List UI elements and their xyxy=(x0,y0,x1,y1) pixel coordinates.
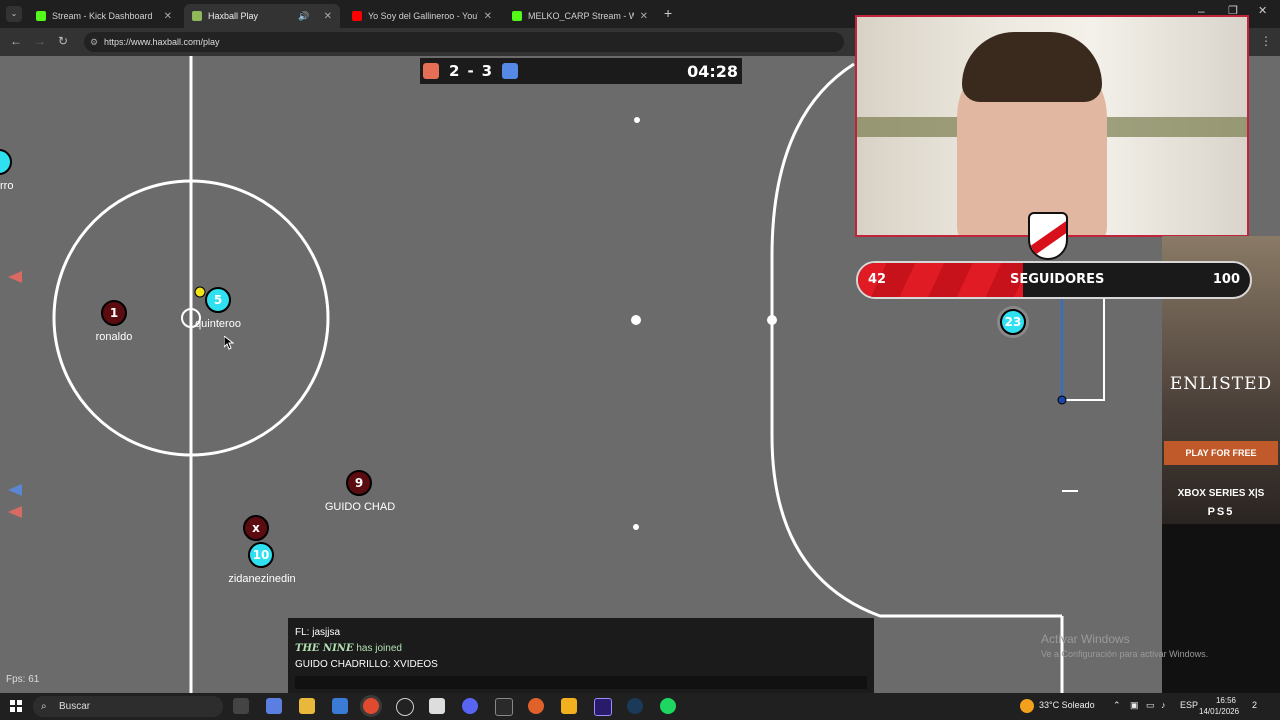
site-info-icon[interactable]: ⚙ xyxy=(90,32,98,52)
tray-app-icon[interactable]: ▣ xyxy=(1130,700,1139,711)
field-marker-dot xyxy=(634,117,640,123)
followers-current: 42 xyxy=(868,272,887,287)
chat-input[interactable] xyxy=(295,676,867,689)
notifications-icon[interactable]: 2 xyxy=(1252,700,1257,710)
tab-kick-dashboard[interactable]: Stream - Kick Dashboard ✕ xyxy=(28,4,180,28)
copilot-icon[interactable] xyxy=(266,698,282,714)
close-window-button[interactable]: ✕ xyxy=(1258,4,1267,17)
player-name: rro xyxy=(0,180,14,192)
chevron-up-icon[interactable]: ⌃ xyxy=(1113,700,1121,711)
new-tab-button[interactable]: + xyxy=(664,5,672,21)
club-crest-icon xyxy=(1028,212,1068,260)
player-red-9: 9 xyxy=(346,470,372,496)
reload-icon[interactable]: ↻ xyxy=(58,34,68,48)
player-name: ronaldo xyxy=(95,331,133,343)
offscreen-blue-arrow xyxy=(8,484,22,496)
player-blue-10: 10 xyxy=(248,542,274,568)
score-separator: - xyxy=(467,62,474,80)
offscreen-red-arrow xyxy=(8,271,22,283)
search-icon: ⌕ xyxy=(41,701,47,712)
ball xyxy=(194,286,206,298)
premiere-icon[interactable] xyxy=(594,698,612,716)
webcam-overlay xyxy=(855,15,1249,237)
tab-youtube[interactable]: Yo Soy del Gallineroo - YouTub ✕ xyxy=(344,4,500,28)
ad-title: ENLISTED xyxy=(1169,374,1273,394)
scoreboard: 2 - 3 04:28 xyxy=(420,58,742,84)
date: 14/01/2026 xyxy=(1199,707,1240,716)
player-blue-23: 23 xyxy=(1000,309,1026,335)
windows-activation-watermark: Activar Windows Ve a Configuración para … xyxy=(1041,632,1209,659)
chat-message: GUIDO CHADRILLO: XVIDEOS xyxy=(295,659,438,670)
fps-counter: Fps: 61 xyxy=(6,674,40,685)
ps5-label: PS5 xyxy=(1207,506,1235,518)
chat-panel: FL: jasjjsa THE NINE has joined GUIDO CH… xyxy=(288,618,874,693)
windows-taskbar: ⌕ Buscar 33°C Soleado ⌃ ▣ ▭ ♪ ESP 16:56 … xyxy=(0,693,1280,720)
offscreen-red-arrow xyxy=(8,506,22,518)
back-icon[interactable]: ← xyxy=(10,34,22,48)
dark-panel xyxy=(1162,524,1280,694)
haxball-icon xyxy=(192,11,202,21)
kick-icon xyxy=(36,11,46,21)
network-icon[interactable]: ▭ xyxy=(1146,700,1155,711)
player-blue-5: 5 xyxy=(205,287,231,313)
obs-icon[interactable] xyxy=(396,698,414,716)
chat-message: THE NINE has joined xyxy=(295,643,402,654)
app-icon[interactable] xyxy=(528,698,544,714)
close-tab-icon[interactable]: ✕ xyxy=(324,11,332,22)
penalty-spot xyxy=(631,315,641,325)
steam-icon[interactable] xyxy=(627,698,643,714)
tab-search-button[interactable]: ⌄ xyxy=(6,6,22,22)
clock[interactable]: 16:56 xyxy=(1212,696,1240,705)
follower-goal-bar: 42 SEGUIDORES 100 xyxy=(856,261,1252,299)
close-tab-icon[interactable]: ✕ xyxy=(484,11,492,22)
followers-goal: 100 xyxy=(1212,272,1240,287)
match-timer: 04:28 xyxy=(687,61,738,81)
close-tab-icon[interactable]: ✕ xyxy=(640,11,648,22)
store-icon[interactable] xyxy=(332,698,348,714)
tab-haxball-play[interactable]: Haxball Play 🔊 ✕ xyxy=(184,4,340,28)
mouse-cursor-icon xyxy=(224,336,234,350)
file-explorer-icon[interactable] xyxy=(299,698,315,714)
field-marker-dot xyxy=(633,524,639,530)
player-red-1: 1 xyxy=(101,300,127,326)
youtube-icon xyxy=(352,11,362,21)
followers-label: SEGUIDORES xyxy=(1010,272,1105,287)
blue-score: 3 xyxy=(481,62,493,80)
capcut-icon[interactable] xyxy=(429,698,445,714)
forward-icon[interactable]: → xyxy=(34,34,46,48)
chrome-icon[interactable] xyxy=(363,698,379,714)
language-indicator[interactable]: ESP xyxy=(1180,700,1198,710)
taskbar-search-input[interactable]: ⌕ Buscar xyxy=(33,696,223,717)
menu-icon[interactable]: ⋮ xyxy=(1260,34,1272,48)
goal-post xyxy=(1057,395,1067,405)
red-score: 2 xyxy=(449,62,460,80)
discord-icon[interactable] xyxy=(462,698,478,714)
xbox-label: XBOX SERIES X|S xyxy=(1177,488,1265,499)
player-name: quinteroo xyxy=(195,318,241,330)
task-view-icon[interactable] xyxy=(233,698,249,714)
rockstar-icon[interactable] xyxy=(561,698,577,714)
weather-text[interactable]: 33°C Soleado xyxy=(1039,700,1095,710)
speaker-icon[interactable]: 🔊 xyxy=(298,11,309,22)
center-dot xyxy=(767,315,777,325)
goal-box xyxy=(1062,296,1105,401)
player-red-x: x xyxy=(243,515,269,541)
chat-message: FL: jasjjsa xyxy=(295,627,341,638)
close-tab-icon[interactable]: ✕ xyxy=(164,11,172,22)
tab-melko-stream[interactable]: MELKO_CARP Stream - Watch L ✕ xyxy=(504,4,656,28)
volume-icon[interactable]: ♪ xyxy=(1161,700,1166,710)
windows-start-icon[interactable] xyxy=(10,700,22,712)
play-for-free-button[interactable]: PLAY FOR FREE xyxy=(1164,441,1278,465)
player-name: GUIDO CHAD xyxy=(324,501,396,513)
epic-games-icon[interactable] xyxy=(495,698,513,716)
kick-icon xyxy=(512,11,522,21)
url-input[interactable]: ⚙ https://www.haxball.com/play xyxy=(84,32,844,52)
red-team-icon xyxy=(423,63,439,79)
spotify-icon[interactable] xyxy=(660,698,676,714)
weather-icon xyxy=(1020,699,1034,713)
blue-team-icon xyxy=(502,63,519,79)
player-name: zidanezinedin xyxy=(228,573,296,585)
